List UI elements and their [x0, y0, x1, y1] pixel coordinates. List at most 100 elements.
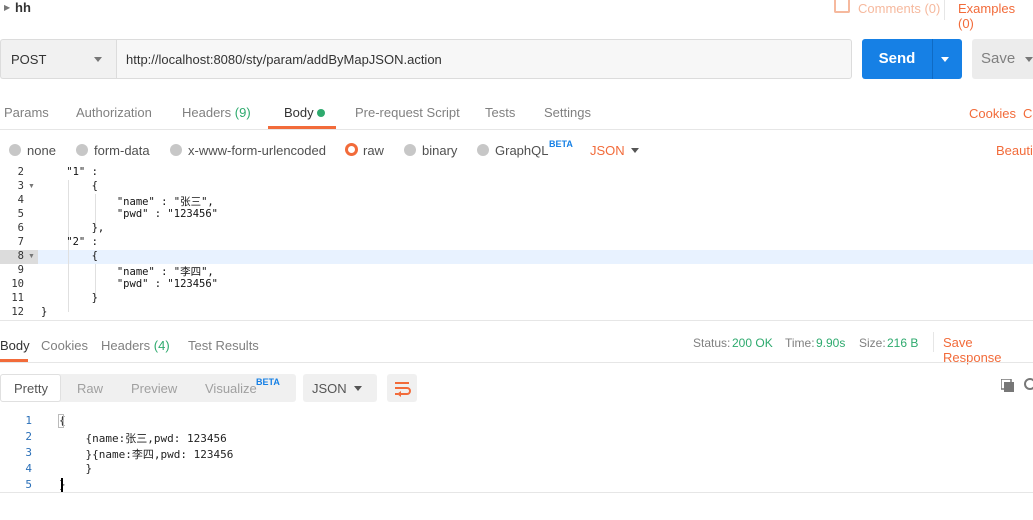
- response-line-number: 2: [25, 430, 32, 443]
- chevron-down-icon[interactable]: [94, 57, 102, 62]
- radio-urlencoded-label[interactable]: x-www-form-urlencoded: [188, 143, 326, 158]
- method-label[interactable]: POST: [11, 52, 46, 67]
- line-number: 11: [11, 292, 24, 304]
- radio-none[interactable]: [9, 144, 21, 156]
- response-code-line: }{name:李四,pwd: 123456: [59, 448, 234, 461]
- tab-headers-count: (9): [234, 105, 251, 120]
- line-number: 7: [17, 236, 24, 248]
- fold-toggle-icon[interactable]: ▼: [28, 253, 35, 260]
- tab-headers[interactable]: Headers (9): [182, 105, 251, 120]
- line-number: 5: [17, 208, 24, 220]
- tab-tests[interactable]: Tests: [485, 105, 515, 120]
- radio-raw[interactable]: [345, 143, 358, 156]
- cookies-link[interactable]: Cookies: [969, 106, 1016, 121]
- code-line: "name" : "张三",: [41, 196, 214, 208]
- radio-graphql-label[interactable]: GraphQL: [495, 143, 548, 158]
- tab-body[interactable]: Body: [284, 105, 314, 120]
- response-line-number: 3: [25, 446, 32, 459]
- time-label: Time:: [785, 336, 815, 350]
- view-pretty-button[interactable]: Pretty: [14, 381, 48, 396]
- examples-link[interactable]: Examples (0): [958, 1, 1033, 31]
- line-number: 9: [17, 264, 24, 276]
- bracket-match-highlight: [58, 414, 64, 428]
- chevron-down-icon[interactable]: [354, 386, 362, 391]
- code-line: "pwd" : "123456": [41, 278, 219, 290]
- radio-none-label[interactable]: none: [27, 143, 56, 158]
- beta-badge: BETA: [256, 377, 280, 387]
- divider: [0, 320, 1033, 321]
- divider: [0, 129, 1033, 130]
- code-line: },: [41, 222, 105, 234]
- code-line: {: [41, 180, 98, 192]
- code-line: }: [41, 292, 98, 304]
- collapse-arrow-icon[interactable]: ▶: [4, 3, 10, 12]
- code-line: }: [41, 306, 48, 318]
- response-line-number: 4: [25, 462, 32, 475]
- time-value[interactable]: 9.90s: [816, 336, 845, 350]
- response-tab-test-results[interactable]: Test Results: [188, 338, 259, 353]
- fold-toggle-icon[interactable]: ▼: [28, 183, 35, 190]
- size-value[interactable]: 216 B: [887, 336, 918, 350]
- divider: [0, 492, 1033, 493]
- response-code-line: {name:张三,pwd: 123456: [59, 432, 227, 445]
- chevron-down-icon[interactable]: [631, 148, 639, 153]
- response-line-number: 5: [25, 478, 32, 491]
- response-headers-count: (4): [153, 338, 170, 353]
- chevron-down-icon: [941, 57, 949, 62]
- status-value[interactable]: 200 OK: [732, 336, 773, 350]
- line-number: 10: [11, 278, 24, 290]
- size-label: Size:: [859, 336, 886, 350]
- code-link[interactable]: Co: [1023, 106, 1033, 121]
- divider: [0, 362, 1033, 363]
- view-visualize-button[interactable]: Visualize: [205, 381, 257, 396]
- status-label: Status:: [693, 336, 731, 350]
- body-format-select[interactable]: JSON: [590, 143, 625, 158]
- radio-form-data-label[interactable]: form-data: [94, 143, 150, 158]
- request-name[interactable]: hh: [15, 0, 31, 15]
- text-cursor: [61, 478, 63, 492]
- code-line: {: [41, 250, 98, 262]
- radio-raw-label[interactable]: raw: [363, 143, 384, 158]
- wrap-lines-icon: [395, 382, 411, 397]
- line-number: 2: [17, 166, 24, 178]
- response-tab-headers[interactable]: Headers (4): [101, 338, 170, 353]
- comments-link[interactable]: Comments (0): [858, 1, 940, 16]
- beta-badge: BETA: [549, 139, 573, 149]
- radio-urlencoded[interactable]: [170, 144, 182, 156]
- save-button[interactable]: Save: [972, 39, 1033, 79]
- tab-headers-label: Headers: [182, 105, 232, 120]
- response-line-number: 1: [25, 414, 32, 427]
- radio-binary[interactable]: [404, 144, 416, 156]
- search-icon[interactable]: [1024, 378, 1033, 390]
- response-tab-headers-label: Headers: [101, 338, 151, 353]
- code-line: "pwd" : "123456": [41, 208, 219, 220]
- line-number: 3: [17, 180, 24, 192]
- body-indicator-dot: [317, 109, 325, 117]
- code-line: "name" : "李四",: [41, 266, 214, 278]
- divider: [933, 332, 934, 352]
- wrap-lines-button[interactable]: [387, 374, 417, 402]
- tab-settings[interactable]: Settings: [544, 105, 591, 120]
- tab-params[interactable]: Params: [4, 105, 49, 120]
- line-number: 4: [17, 194, 24, 206]
- send-button[interactable]: Send: [862, 39, 932, 79]
- url-text[interactable]: http://localhost:8080/sty/param/addByMap…: [126, 52, 442, 67]
- divider: [944, 0, 945, 20]
- response-tab-body[interactable]: Body: [0, 338, 30, 353]
- radio-graphql[interactable]: [477, 144, 489, 156]
- copy-icon[interactable]: [1001, 379, 1015, 393]
- radio-binary-label[interactable]: binary: [422, 143, 457, 158]
- response-tab-cookies[interactable]: Cookies: [41, 338, 88, 353]
- view-preview-button[interactable]: Preview: [131, 381, 177, 396]
- beautify-link[interactable]: Beautify: [996, 143, 1033, 158]
- tab-authorization[interactable]: Authorization: [76, 105, 152, 120]
- view-raw-button[interactable]: Raw: [77, 381, 103, 396]
- tab-prerequest-script[interactable]: Pre-request Script: [355, 105, 460, 120]
- response-format-label[interactable]: JSON: [312, 381, 347, 396]
- radio-form-data[interactable]: [76, 144, 88, 156]
- chevron-down-icon[interactable]: [1025, 57, 1033, 62]
- comment-icon[interactable]: [834, 0, 850, 13]
- line-number: 12: [11, 306, 24, 318]
- active-line-highlight: [38, 250, 1033, 264]
- save-response-button[interactable]: Save Response: [943, 335, 1033, 365]
